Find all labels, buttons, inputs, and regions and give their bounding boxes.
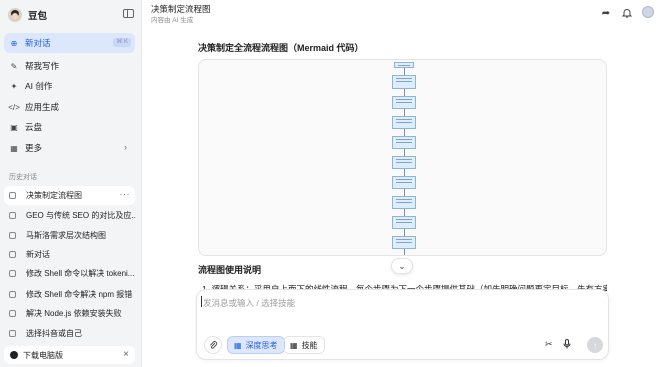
chat-plus-icon: ⊕ — [10, 38, 18, 48]
attach-icon[interactable] — [204, 336, 222, 354]
chat-bubble-icon — [9, 310, 16, 317]
flowchart-edge — [404, 209, 405, 216]
flowchart-edge — [404, 249, 405, 255]
history-item[interactable]: 决策制定流程图 ··· — [4, 186, 135, 205]
nav-cloud[interactable]: ▣ 云盘 — [4, 117, 135, 137]
history-item[interactable]: 解决 Node.js 依赖安装失败 — [4, 304, 135, 323]
nav-app-gen[interactable]: </> 应用生成 — [4, 97, 135, 117]
flowchart-node — [392, 236, 416, 249]
flowchart-edge — [404, 89, 405, 96]
chat-bubble-icon — [9, 192, 16, 199]
microphone-icon[interactable] — [563, 339, 571, 351]
flowchart-node — [392, 216, 416, 229]
history-item-label: 决策制定流程图 — [26, 191, 82, 200]
app-logo — [8, 8, 22, 22]
app-name: 豆包 — [28, 11, 48, 22]
code-icon: </> — [8, 102, 20, 112]
chat-bubble-icon — [9, 330, 16, 337]
send-button[interactable]: ↑ — [587, 337, 603, 353]
user-avatar[interactable] — [642, 6, 654, 18]
history-item[interactable]: 修改 Shell 命令解决 npm 报错 — [4, 285, 135, 304]
grid-icon: ▦ — [10, 143, 18, 153]
download-desktop-button[interactable]: 下载电脑版 × — [4, 346, 135, 364]
chat-bubble-icon — [9, 212, 16, 219]
chevron-right-icon: › — [124, 142, 127, 152]
download-icon — [10, 351, 18, 359]
chat-bubble-icon — [9, 270, 16, 277]
skills-icon: ▦ — [290, 340, 298, 350]
flowchart-edge — [404, 109, 405, 116]
scroll-down-button[interactable]: ⌄ — [391, 258, 413, 274]
close-icon[interactable]: × — [123, 349, 129, 360]
flowchart-edge — [404, 129, 405, 136]
nav-new-chat[interactable]: ⊕ 新对话 ⌘ K — [4, 33, 135, 53]
history-item-label: 马斯洛需求层次结构图 — [26, 231, 106, 240]
history-item-label: 新对话 — [26, 250, 50, 259]
history-item[interactable]: GEO 与传统 SEO 的对比及应... — [4, 206, 135, 225]
flowchart-node — [392, 176, 416, 189]
chat-bubble-icon — [9, 232, 16, 239]
nav-label: 应用生成 — [25, 102, 60, 112]
history-item-label: GEO 与传统 SEO 的对比及应... — [26, 211, 135, 220]
flowchart-edge — [404, 68, 405, 75]
deep-think-button[interactable]: ▦ 深度思考 — [227, 336, 285, 354]
history-item-label: 修改 Shell 命令以解决 tokeni... — [26, 269, 135, 278]
scissors-icon[interactable]: ✂ — [545, 339, 553, 350]
flowchart-node — [392, 75, 416, 89]
history-item[interactable]: 选择抖音或自己 — [4, 324, 135, 343]
shortcut-badge: ⌘ K — [113, 38, 131, 47]
deep-think-label: 深度思考 — [245, 340, 278, 350]
flowchart-edge — [404, 229, 405, 236]
flowchart-diagram — [198, 59, 607, 256]
usage-title: 流程图使用说明 — [198, 265, 262, 275]
chat-bubble-icon — [9, 251, 16, 258]
sparkle-icon: ✦ — [10, 81, 18, 91]
logo-row[interactable]: 豆包 — [8, 6, 136, 24]
flowchart-edge — [404, 189, 405, 196]
flowchart-node — [392, 116, 416, 129]
sidebar: 豆包 ⊕ 新对话 ⌘ K ✎ 帮我写作 ✦ AI 创作 </> 应用生成 ▣ 云… — [0, 0, 142, 367]
flowchart-node — [392, 136, 416, 149]
bell-icon[interactable] — [621, 7, 633, 19]
chat-input-box[interactable]: 发消息或输入 / 选择技能 ▦ 深度思考 ▦ 技能 ✂ ↑ — [196, 289, 609, 360]
flowchart-edge — [404, 149, 405, 156]
skills-label: 技能 — [301, 340, 318, 350]
nav-label: AI 创作 — [25, 81, 53, 91]
chat-bubble-icon — [9, 291, 16, 298]
nav-ai-create[interactable]: ✦ AI 创作 — [4, 76, 135, 96]
history-item-label: 解决 Node.js 依赖安装失败 — [26, 309, 122, 318]
section-title: 决策制定全流程流程图（Mermaid 代码） — [198, 43, 364, 53]
sidebar-toggle-icon[interactable] — [123, 9, 134, 18]
history-label: 历史对话 — [9, 174, 37, 181]
flowchart-node — [392, 96, 416, 109]
history-item-label: 选择抖音或自己 — [26, 329, 82, 338]
download-label: 下载电脑版 — [23, 350, 63, 360]
flowchart-node — [392, 196, 416, 209]
flowchart-edge — [404, 169, 405, 176]
cloud-drive-icon: ▣ — [10, 122, 18, 132]
nav-writing[interactable]: ✎ 帮我写作 — [4, 56, 135, 76]
history-item[interactable]: 马斯洛需求层次结构图 — [4, 226, 135, 245]
history-item[interactable]: 修改 Shell 命令以解决 tokeni... — [4, 264, 135, 283]
history-item[interactable]: 新对话 — [4, 245, 135, 264]
chat-input[interactable]: 发消息或输入 / 选择技能 — [200, 296, 295, 309]
page-subtitle: 内容由 AI 生成 — [151, 17, 194, 24]
share-icon[interactable]: ➦ — [600, 7, 612, 19]
nav-label: 云盘 — [25, 122, 43, 132]
deep-think-icon: ▦ — [234, 340, 242, 350]
nav-more[interactable]: ▦ 更多 › — [4, 138, 135, 158]
nav-label: 新对话 — [25, 38, 51, 48]
flowchart-node — [392, 156, 416, 169]
history-item-label: 修改 Shell 命令解决 npm 报错 — [26, 290, 133, 299]
pen-icon: ✎ — [10, 61, 18, 71]
more-options-icon[interactable]: ··· — [120, 189, 131, 199]
nav-label: 更多 — [25, 143, 43, 153]
nav-label: 帮我写作 — [25, 61, 60, 71]
skills-button[interactable]: ▦ 技能 — [283, 336, 325, 354]
